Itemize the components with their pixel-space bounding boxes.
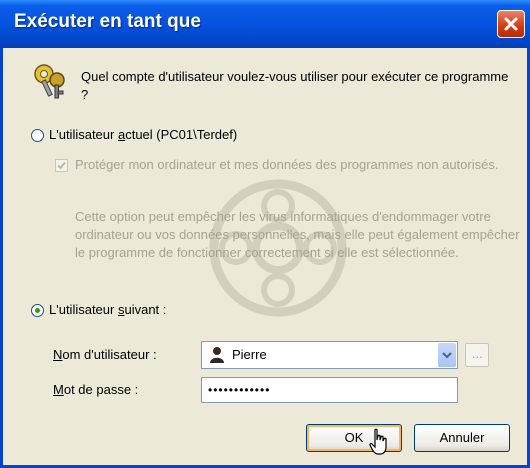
window-title: Exécuter en tant que <box>14 11 201 32</box>
username-label: Nom d'utilisateur : <box>53 347 157 362</box>
password-field[interactable]: •••••••••••• <box>201 377 458 403</box>
checkmark-icon <box>57 161 66 170</box>
username-combobox[interactable]: Pierre <box>201 341 458 369</box>
close-icon <box>504 17 518 31</box>
username-value: Pierre <box>232 347 267 362</box>
browse-user-button[interactable]: ... <box>465 343 489 367</box>
user-icon <box>210 347 224 363</box>
password-label: Mot de passe : <box>53 382 139 397</box>
protect-checkbox[interactable] <box>55 159 68 172</box>
account-question: Quel compte d'utilisateur voulez-vous ut… <box>81 69 509 102</box>
close-button[interactable] <box>497 10 525 38</box>
current-user-radio[interactable] <box>31 129 44 142</box>
following-user-label[interactable]: L'utilisateur suivant : <box>49 301 166 319</box>
cancel-button[interactable]: Annuler <box>414 424 510 452</box>
run-as-dialog: Exécuter en tant que Quel compte d'utili… <box>0 0 530 468</box>
chevron-down-icon <box>442 352 452 359</box>
protect-note: Cette option peut empêcher les virus inf… <box>75 209 520 260</box>
current-user-label[interactable]: L'utilisateur actuel (PC01\Terdef) <box>49 126 237 144</box>
username-dropdown-button[interactable] <box>438 343 456 367</box>
following-user-radio[interactable] <box>31 304 44 317</box>
keys-icon <box>34 64 65 99</box>
protect-label: Protéger mon ordinateur et mes données d… <box>75 157 499 172</box>
password-value: •••••••••••• <box>208 383 271 397</box>
mouse-pointer-icon <box>369 428 387 455</box>
title-bar[interactable]: Exécuter en tant que <box>0 0 530 48</box>
